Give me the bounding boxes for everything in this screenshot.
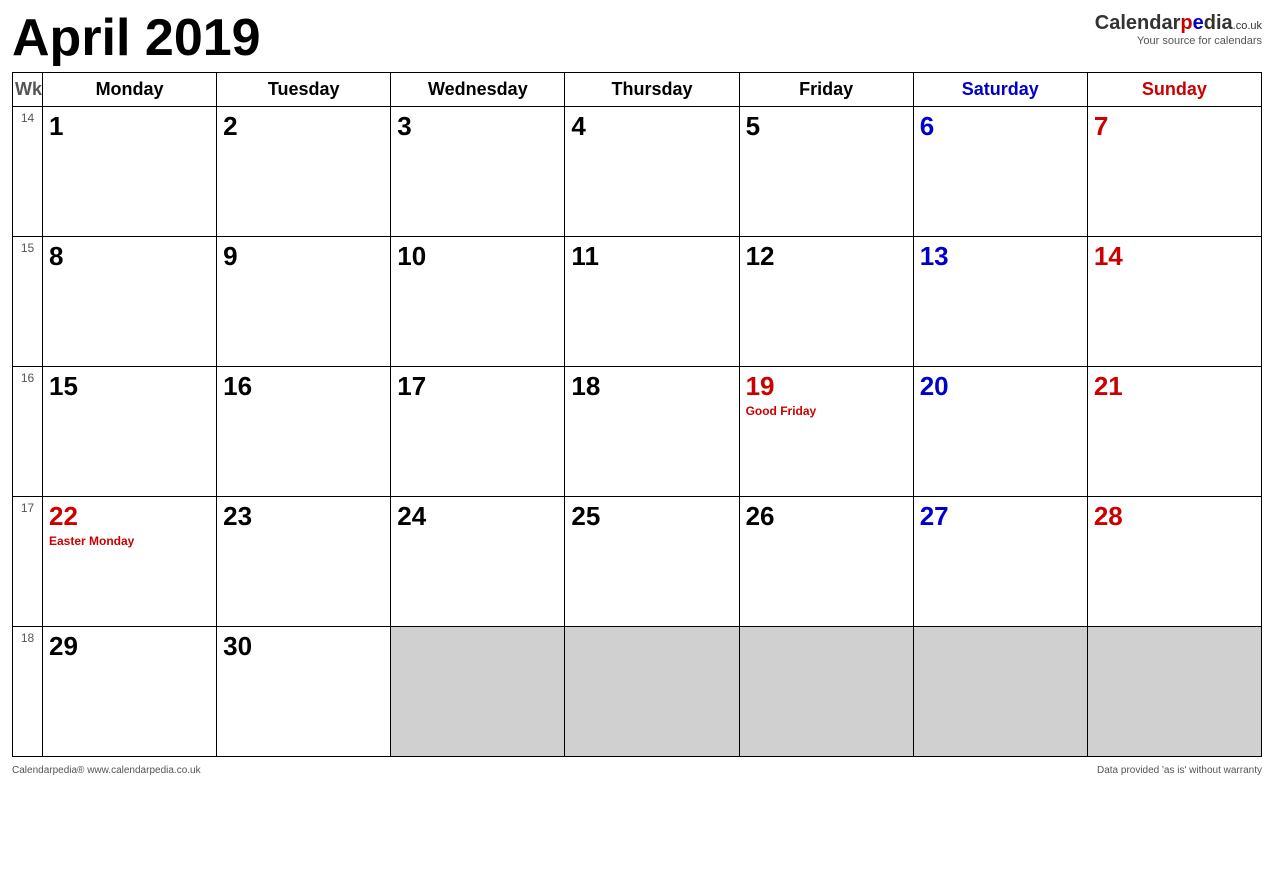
calendar-table: Wk Monday Tuesday Wednesday Thursday Fri…: [12, 72, 1262, 757]
calendar-day: 22 Easter Monday: [43, 497, 217, 627]
page-header: April 2019 Calendarpedia.co.uk Your sour…: [0, 0, 1274, 72]
day-number: 15: [49, 371, 210, 402]
day-number: 3: [397, 111, 558, 142]
page-footer: Calendarpedia® www.calendarpedia.co.uk D…: [0, 761, 1274, 780]
wednesday-header: Wednesday: [391, 73, 565, 107]
calendar-day: 14: [1087, 237, 1261, 367]
day-number: 10: [397, 241, 558, 272]
calendar-day: 5: [739, 107, 913, 237]
day-number: 19: [746, 371, 907, 402]
calendar-day: 25: [565, 497, 739, 627]
calendar-day: [1087, 627, 1261, 757]
day-number: 14: [1094, 241, 1255, 272]
footer-left: Calendarpedia® www.calendarpedia.co.uk: [12, 765, 201, 776]
wk-column-header: Wk: [13, 73, 43, 107]
calendar-day: 1: [43, 107, 217, 237]
calendar-day: 23: [217, 497, 391, 627]
thursday-header: Thursday: [565, 73, 739, 107]
day-number: 22: [49, 501, 210, 532]
day-number: 23: [223, 501, 384, 532]
day-number: 25: [571, 501, 732, 532]
sunday-header: Sunday: [1087, 73, 1261, 107]
day-number: 28: [1094, 501, 1255, 532]
calendar-day: [913, 627, 1087, 757]
day-number: 20: [920, 371, 1081, 402]
day-number: 21: [1094, 371, 1255, 402]
week-number: 18: [13, 627, 43, 757]
calendar-day: 3: [391, 107, 565, 237]
logo: Calendarpedia.co.uk: [1095, 12, 1262, 35]
tuesday-header: Tuesday: [217, 73, 391, 107]
day-number: 4: [571, 111, 732, 142]
logo-tagline: Your source for calendars: [1095, 35, 1262, 47]
calendar-day: [739, 627, 913, 757]
calendar-day: 24: [391, 497, 565, 627]
calendar-day: 18: [565, 367, 739, 497]
calendar-day: 10: [391, 237, 565, 367]
calendar-day: 2: [217, 107, 391, 237]
calendar-day: 30: [217, 627, 391, 757]
calendar-day: 4: [565, 107, 739, 237]
monday-header: Monday: [43, 73, 217, 107]
day-number: 2: [223, 111, 384, 142]
calendar-day: [391, 627, 565, 757]
day-number: 12: [746, 241, 907, 272]
calendar-day: 6: [913, 107, 1087, 237]
calendar-day: 13: [913, 237, 1087, 367]
friday-header: Friday: [739, 73, 913, 107]
day-number: 26: [746, 501, 907, 532]
day-number: 5: [746, 111, 907, 142]
day-number: 8: [49, 241, 210, 272]
week-number: 14: [13, 107, 43, 237]
calendar-day: 9: [217, 237, 391, 367]
calendar-day: 19 Good Friday: [739, 367, 913, 497]
day-number: 9: [223, 241, 384, 272]
calendar-day: 21: [1087, 367, 1261, 497]
day-number: 11: [571, 241, 732, 272]
calendar-day: 29: [43, 627, 217, 757]
calendar-day: 20: [913, 367, 1087, 497]
calendar-day: 16: [217, 367, 391, 497]
month-title: April 2019: [12, 8, 261, 68]
day-number: 6: [920, 111, 1081, 142]
calendar-day: 12: [739, 237, 913, 367]
week-number: 17: [13, 497, 43, 627]
holiday-label: Easter Monday: [49, 534, 210, 548]
logo-area: Calendarpedia.co.uk Your source for cale…: [1095, 8, 1262, 47]
day-number: 7: [1094, 111, 1255, 142]
day-number: 1: [49, 111, 210, 142]
week-number: 16: [13, 367, 43, 497]
calendar-day: [565, 627, 739, 757]
calendar-day: 28: [1087, 497, 1261, 627]
day-number: 30: [223, 631, 384, 662]
footer-right: Data provided 'as is' without warranty: [1097, 765, 1262, 776]
week-number: 15: [13, 237, 43, 367]
calendar-day: 7: [1087, 107, 1261, 237]
calendar-day: 8: [43, 237, 217, 367]
day-number: 13: [920, 241, 1081, 272]
calendar-wrapper: Wk Monday Tuesday Wednesday Thursday Fri…: [0, 72, 1274, 757]
day-number: 24: [397, 501, 558, 532]
day-number: 29: [49, 631, 210, 662]
day-number: 16: [223, 371, 384, 402]
day-number: 27: [920, 501, 1081, 532]
holiday-label: Good Friday: [746, 404, 907, 418]
calendar-day: 11: [565, 237, 739, 367]
day-number: 17: [397, 371, 558, 402]
day-number: 18: [571, 371, 732, 402]
calendar-day: 26: [739, 497, 913, 627]
calendar-day: 27: [913, 497, 1087, 627]
saturday-header: Saturday: [913, 73, 1087, 107]
calendar-day: 17: [391, 367, 565, 497]
calendar-day: 15: [43, 367, 217, 497]
